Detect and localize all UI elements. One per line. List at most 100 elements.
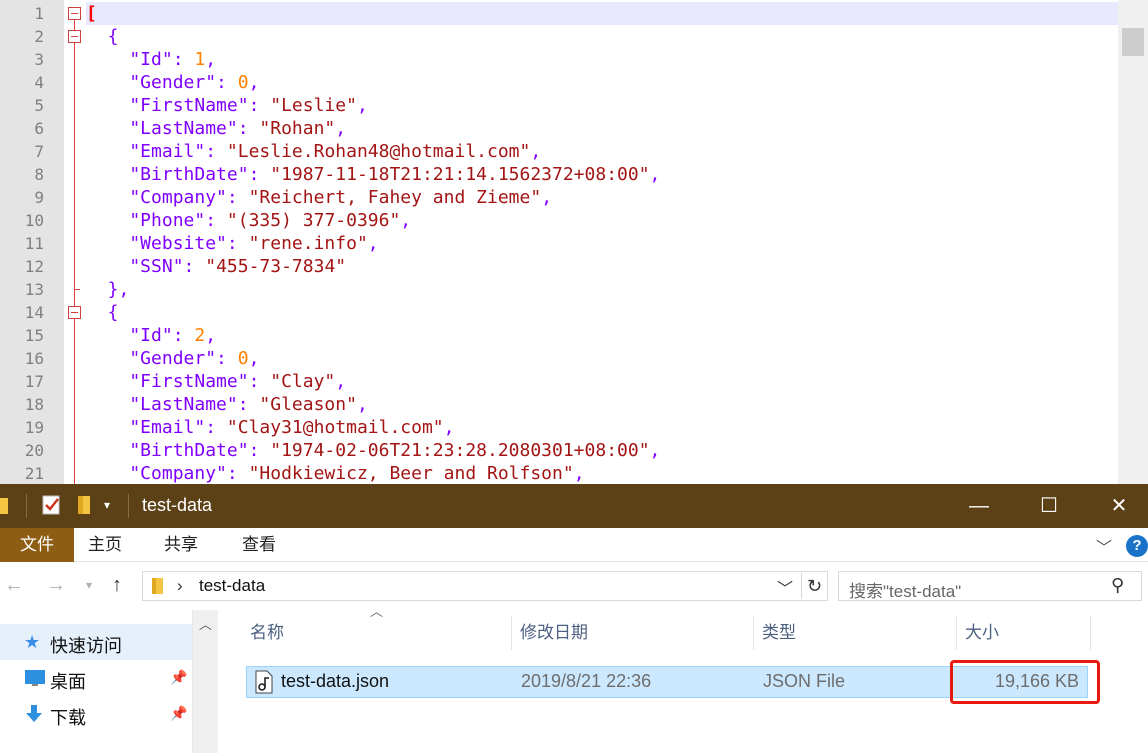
breadcrumb-folder[interactable]: test-data	[199, 576, 265, 596]
code-line[interactable]: "Website": "rene.info",	[86, 232, 1118, 255]
code-line[interactable]: "BirthDate": "1974-02-06T21:23:28.208030…	[86, 439, 1118, 462]
scroll-up-icon[interactable]: ︿	[199, 614, 212, 633]
code-token-punct: ,	[248, 72, 260, 93]
up-arrow-icon[interactable]: ↑	[112, 574, 122, 597]
line-number: 7	[34, 142, 44, 161]
code-line[interactable]: "Phone": "(335) 377-0396",	[86, 209, 1118, 232]
code-line[interactable]: "FirstName": "Clay",	[86, 370, 1118, 393]
code-line[interactable]: "LastName": "Rohan",	[86, 117, 1118, 140]
forward-arrow-icon[interactable]: →	[46, 574, 66, 597]
expand-ribbon-chevron-icon[interactable]: ﹀	[1096, 534, 1112, 558]
code-line[interactable]: {	[86, 301, 1118, 324]
line-number: 5	[34, 96, 44, 115]
address-input[interactable]: › test-data ﹀ ↻	[142, 571, 828, 601]
editor-vertical-scrollbar[interactable]	[1118, 0, 1148, 484]
breadcrumb-chevron-icon[interactable]: ›	[177, 576, 183, 596]
file-name[interactable]: test-data.json	[281, 671, 389, 692]
new-folder-icon[interactable]	[76, 494, 94, 521]
code-token-num: 0	[237, 348, 249, 369]
code-token-key: "FirstName"	[86, 371, 249, 392]
code-line[interactable]: "Id": 2,	[86, 324, 1118, 347]
code-token-punct: ,	[248, 348, 260, 369]
code-line[interactable]: "BirthDate": "1987-11-18T21:21:14.156237…	[86, 163, 1118, 186]
search-icon[interactable]: ⚲	[1111, 575, 1124, 596]
pin-icon[interactable]: 📌	[170, 705, 187, 722]
code-token-key: "Company"	[86, 187, 227, 208]
code-line[interactable]: "Gender": 0,	[86, 347, 1118, 370]
minimize-button[interactable]: —	[944, 484, 1014, 528]
code-line[interactable]: {	[86, 25, 1118, 48]
fold-collapse-icon[interactable]	[68, 306, 81, 319]
properties-icon[interactable]	[42, 494, 62, 521]
code-token-str: "1987-11-18T21:21:14.1562372+08:00"	[270, 164, 650, 185]
tab-file[interactable]: 文件	[0, 528, 74, 562]
fold-guide-line	[74, 14, 75, 484]
file-explorer-window: ▾ test-data — ☐ ✕ 文件 主页 共享 查看 ﹀ ? ← → ▾ …	[0, 484, 1148, 753]
code-line[interactable]: "Id": 1,	[86, 48, 1118, 71]
code-token-punct: ,	[649, 164, 661, 185]
titlebar-separator	[26, 494, 27, 518]
recent-locations-chevron-icon[interactable]: ▾	[86, 578, 92, 592]
column-header-type[interactable]: 类型	[754, 616, 957, 650]
code-token-punct: ,	[649, 440, 661, 461]
code-line[interactable]: "Email": "Leslie.Rohan48@hotmail.com",	[86, 140, 1118, 163]
code-token-punct: :	[183, 256, 206, 277]
address-dropdown-icon[interactable]: ﹀	[777, 575, 793, 599]
code-token-key: "LastName"	[86, 394, 238, 415]
code-token-punct: ,	[335, 118, 347, 139]
code-token-punct: :	[248, 95, 271, 116]
code-line[interactable]: },	[86, 278, 1118, 301]
code-line[interactable]: "Company": "Hodkiewicz, Beer and Rolfson…	[86, 462, 1118, 484]
code-area[interactable]: [ { "Id": 1, "Gender": 0, "FirstName": "…	[86, 0, 1118, 484]
code-token-str: "Rohan"	[259, 118, 336, 139]
code-token-punct: :	[205, 417, 227, 438]
code-token-punct: ,	[530, 141, 542, 162]
tab-home[interactable]: 主页	[68, 528, 142, 562]
column-header-modified[interactable]: 修改日期	[512, 616, 754, 650]
close-button[interactable]: ✕	[1084, 484, 1148, 528]
line-number: 1	[34, 4, 44, 23]
code-token-punct: ,	[205, 325, 217, 346]
code-line[interactable]: "LastName": "Gleason",	[86, 393, 1118, 416]
code-editor[interactable]: [ { "Id": 1, "Gender": 0, "FirstName": "…	[0, 0, 1148, 484]
maximize-button[interactable]: ☐	[1014, 484, 1084, 528]
fold-collapse-icon[interactable]	[68, 7, 81, 20]
code-token-punct: ,	[356, 95, 368, 116]
column-header-name[interactable]: 名称	[242, 616, 512, 650]
code-token-punct: ,	[356, 394, 368, 415]
code-token-key: "BirthDate"	[86, 440, 249, 461]
fold-collapse-icon[interactable]	[68, 30, 81, 43]
code-line[interactable]: "Gender": 0,	[86, 71, 1118, 94]
nav-item-quick-access[interactable]: ★ 快速访问	[0, 624, 192, 660]
line-number: 18	[24, 395, 44, 414]
folder-icon[interactable]	[0, 496, 10, 521]
editor-scrollbar-thumb[interactable]	[1122, 28, 1144, 56]
code-line[interactable]: "SSN": "455-73-7834"	[86, 255, 1118, 278]
line-number: 9	[34, 188, 44, 207]
refresh-icon[interactable]: ↻	[801, 573, 827, 599]
code-token-punct: {	[86, 302, 119, 323]
window-titlebar[interactable]: ▾ test-data — ☐ ✕	[0, 484, 1148, 528]
help-icon[interactable]: ?	[1126, 535, 1148, 557]
code-token-punct: ,	[400, 210, 412, 231]
nav-item-desktop[interactable]: 桌面 📌	[0, 660, 192, 696]
line-number: 21	[24, 464, 44, 483]
nav-item-downloads[interactable]: 下载 📌	[0, 696, 192, 732]
back-arrow-icon[interactable]: ←	[4, 574, 24, 597]
search-input[interactable]: 搜索"test-data" ⚲	[838, 571, 1142, 601]
code-token-str: "Leslie"	[270, 95, 357, 116]
customize-toolbar-chevron-icon[interactable]: ▾	[104, 498, 110, 512]
code-token-punct: :	[205, 141, 227, 162]
navigation-pane-scrollbar[interactable]: ︿	[192, 610, 218, 753]
code-line[interactable]: "Email": "Clay31@hotmail.com",	[86, 416, 1118, 439]
column-header-size[interactable]: 大小	[957, 616, 1091, 650]
tab-view[interactable]: 查看	[222, 528, 296, 562]
code-token-punct: :	[172, 325, 195, 346]
code-token-key: "Phone"	[86, 210, 206, 231]
code-line[interactable]: [	[86, 2, 1118, 25]
code-line[interactable]: "Company": "Reichert, Fahey and Zieme",	[86, 186, 1118, 209]
code-token-punct: :	[205, 210, 227, 231]
tab-share[interactable]: 共享	[144, 528, 218, 562]
code-line[interactable]: "FirstName": "Leslie",	[86, 94, 1118, 117]
pin-icon[interactable]: 📌	[170, 669, 187, 686]
